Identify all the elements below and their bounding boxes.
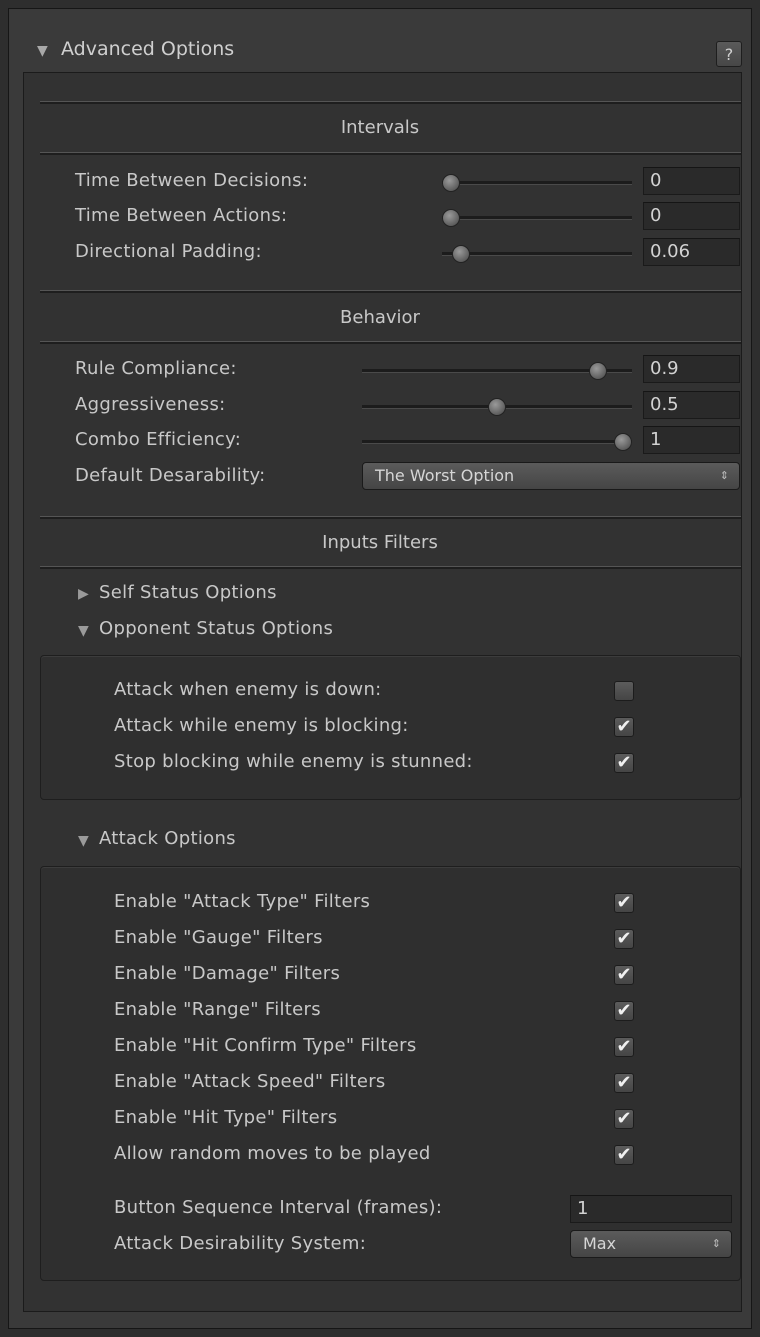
combo-efficiency-slider-thumb[interactable] <box>614 433 632 451</box>
hit-confirm-type-filters-checkbox[interactable]: ✔ <box>614 1037 634 1057</box>
stop-blocking-while-stunned-checkbox[interactable]: ✔ <box>614 753 634 773</box>
allow-random-moves-label: Allow random moves to be played <box>114 1143 431 1164</box>
intervals-section-title: Intervals <box>340 117 420 138</box>
rule-compliance-label: Rule Compliance: <box>75 358 237 379</box>
range-filters-checkbox[interactable]: ✔ <box>614 1001 634 1021</box>
rule-compliance-slider-thumb[interactable] <box>588 362 607 380</box>
attack-options-foldout[interactable]: Attack Options <box>99 828 236 849</box>
time-between-actions-label: Time Between Actions: <box>75 205 288 226</box>
button-sequence-interval-label: Button Sequence Interval (frames): <box>114 1197 443 1218</box>
dropdown-arrows-icon: ⇕ <box>719 469 729 482</box>
advanced-options-header[interactable]: ▼ Advanced Options <box>9 9 751 81</box>
time-between-actions-field[interactable]: 0 <box>643 202 740 230</box>
attack-type-filters-checkbox[interactable]: ✔ <box>614 893 634 913</box>
section-divider <box>40 101 741 104</box>
aggressiveness-field[interactable]: 0.5 <box>643 391 740 419</box>
section-divider <box>40 516 741 519</box>
attack-when-enemy-down-checkbox[interactable] <box>614 681 634 701</box>
gauge-filters-label: Enable "Gauge" Filters <box>114 927 323 948</box>
time-between-actions-slider-thumb[interactable] <box>442 209 460 227</box>
directional-padding-slider-track[interactable] <box>442 252 632 256</box>
time-between-decisions-field[interactable]: 0 <box>643 167 740 195</box>
foldout-expanded-icon[interactable]: ▼ <box>78 623 89 639</box>
section-divider <box>40 152 741 155</box>
help-button[interactable]: ? <box>716 41 742 67</box>
directional-padding-field[interactable]: 0.06 <box>643 238 740 266</box>
attack-type-filters-label: Enable "Attack Type" Filters <box>114 891 371 912</box>
foldout-expanded-icon[interactable]: ▼ <box>37 43 48 59</box>
gauge-filters-checkbox[interactable]: ✔ <box>614 929 634 949</box>
opponent-status-options-foldout[interactable]: Opponent Status Options <box>99 618 333 639</box>
aggressiveness-label: Aggressiveness: <box>75 394 226 415</box>
time-between-decisions-slider-thumb[interactable] <box>442 174 460 192</box>
attack-when-enemy-down-label: Attack when enemy is down: <box>114 679 382 700</box>
time-between-decisions-slider-track[interactable] <box>442 181 632 185</box>
time-between-decisions-label: Time Between Decisions: <box>75 170 309 191</box>
attack-desirability-system-label: Attack Desirability System: <box>114 1233 367 1254</box>
attack-desirability-system-dropdown[interactable]: Max ⇕ <box>570 1230 732 1258</box>
damage-filters-label: Enable "Damage" Filters <box>114 963 341 984</box>
foldout-collapsed-icon[interactable]: ▶ <box>78 586 89 602</box>
hit-type-filters-checkbox[interactable]: ✔ <box>614 1109 634 1129</box>
section-divider <box>40 290 741 293</box>
rule-compliance-field[interactable]: 0.9 <box>643 355 740 383</box>
stop-blocking-while-stunned-label: Stop blocking while enemy is stunned: <box>114 751 473 772</box>
attack-speed-filters-checkbox[interactable]: ✔ <box>614 1073 634 1093</box>
attack-while-enemy-blocking-label: Attack while enemy is blocking: <box>114 715 409 736</box>
advanced-options-title[interactable]: Advanced Options <box>61 38 234 60</box>
attack-while-enemy-blocking-checkbox[interactable]: ✔ <box>614 717 634 737</box>
attack-speed-filters-label: Enable "Attack Speed" Filters <box>114 1071 386 1092</box>
range-filters-label: Enable "Range" Filters <box>114 999 321 1020</box>
combo-efficiency-label: Combo Efficiency: <box>75 429 242 450</box>
hit-type-filters-label: Enable "Hit Type" Filters <box>114 1107 338 1128</box>
inputs-filters-section-title: Inputs Filters <box>322 532 438 553</box>
foldout-expanded-icon[interactable]: ▼ <box>78 833 89 849</box>
combo-efficiency-slider-track[interactable] <box>362 440 632 444</box>
default-desirability-dropdown[interactable]: The Worst Option ⇕ <box>362 462 740 490</box>
behavior-section-title: Behavior <box>340 307 420 328</box>
aggressiveness-slider-thumb[interactable] <box>488 398 506 416</box>
hit-confirm-type-filters-label: Enable "Hit Confirm Type" Filters <box>114 1035 417 1056</box>
damage-filters-checkbox[interactable]: ✔ <box>614 965 634 985</box>
directional-padding-label: Directional Padding: <box>75 241 262 262</box>
self-status-options-foldout[interactable]: Self Status Options <box>99 582 277 603</box>
default-desirability-value: The Worst Option <box>375 466 515 485</box>
allow-random-moves-checkbox[interactable]: ✔ <box>614 1145 634 1165</box>
button-sequence-interval-field[interactable]: 1 <box>570 1195 732 1223</box>
time-between-actions-slider-track[interactable] <box>442 216 632 220</box>
section-divider <box>40 341 741 344</box>
dropdown-arrows-icon: ⇕ <box>711 1237 721 1250</box>
section-divider <box>40 566 741 569</box>
combo-efficiency-field[interactable]: 1 <box>643 426 740 454</box>
default-desirability-label: Default Desarability: <box>75 465 266 486</box>
attack-desirability-system-value: Max <box>583 1234 617 1253</box>
